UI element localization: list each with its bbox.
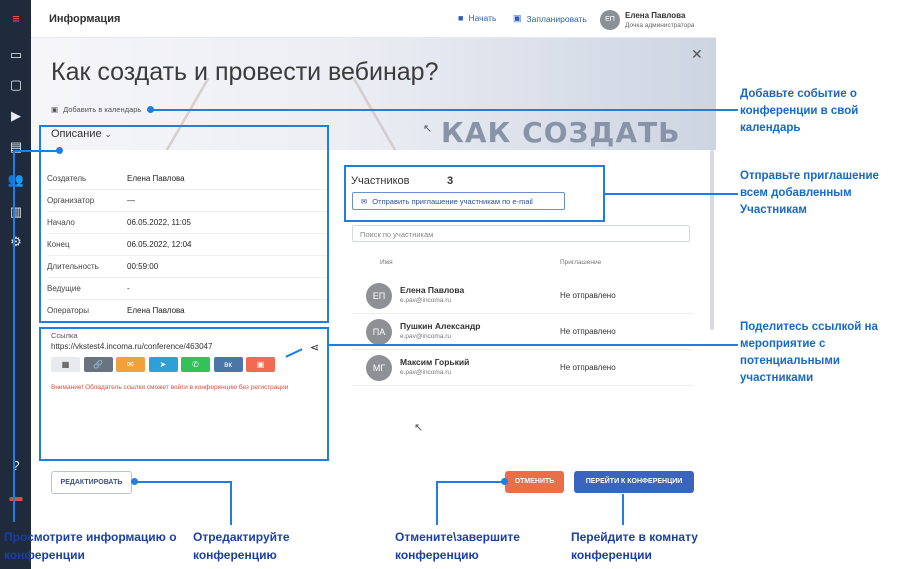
settings-icon[interactable]: ⚙ (6, 232, 26, 252)
participant-avatar: МГ (366, 355, 392, 381)
participants-search-input[interactable]: Поиск по участникам (352, 225, 690, 242)
user-role: Дочка администратора (625, 22, 695, 29)
start-label: Начать (468, 13, 497, 23)
annotation-invite: Отправьте приглашение всем добавленным У… (740, 170, 879, 216)
participant-avatar: ЕП (366, 283, 392, 309)
conference-title: Как создать и провести вебинар? (51, 58, 439, 86)
cursor-icon: ↖ (423, 123, 433, 135)
pointer-line-invite (605, 193, 738, 195)
stats-icon[interactable]: ▥ (6, 202, 26, 222)
pointer-line-view (13, 150, 59, 152)
pointer-line-edit (230, 481, 232, 525)
add-to-calendar-link[interactable]: ▣ Добавить в календарь (51, 105, 141, 114)
hero-background-text: КАК СОЗДАТЬ (441, 116, 681, 149)
help-icon[interactable]: ? (6, 456, 26, 476)
highlight-description (39, 125, 329, 323)
annotation-cancel: Отмените\завершите конференцию (395, 530, 520, 562)
pointer-line-cancel (436, 481, 504, 483)
flag-icon[interactable]: ▬ (6, 487, 26, 507)
annotation-view: Просмотрите информацию о конференции (4, 530, 177, 562)
invitation-status: Не отправлено (560, 291, 616, 300)
cursor-icon: ↖ (414, 422, 424, 434)
play-icon[interactable]: ▶ (6, 106, 26, 126)
participant-row[interactable]: МГ Максим Горький e.pav@incoma.ru Не отправ… (352, 350, 692, 386)
calendar-icon[interactable]: ▭ (6, 45, 26, 65)
schedule-label: Запланировать (526, 13, 587, 24)
participant-email: e.pav@incoma.ru (400, 297, 452, 304)
add-to-calendar-label: Добавить в календарь (63, 105, 142, 114)
page-section-title: Информация (49, 13, 121, 25)
pointer-dot (56, 147, 63, 154)
annotation-calendar: Добавьте событие о конференции в свой ка… (740, 88, 859, 134)
annotation-edit: Отредактируйте конференцию (193, 530, 290, 562)
pointer-dot (147, 106, 154, 113)
participant-avatar: ПА (366, 319, 392, 345)
annotation-share: Поделитесь ссылкой на мероприятие с поте… (740, 321, 878, 384)
schedule-button[interactable]: ▣ Запланировать (513, 13, 587, 24)
pointer-line-share (328, 344, 738, 346)
highlight-link (39, 327, 329, 461)
left-sidebar: ≡ ▭ ▢ ▶ ▤ 👥 ▥ ⚙ ? ▬ (0, 0, 31, 569)
calendar-small-icon: ▣ (513, 13, 522, 23)
edit-button[interactable]: РЕДАКТИРОВАТЬ (51, 471, 132, 494)
scrollbar[interactable] (710, 150, 714, 330)
top-bar: Информация ■ Начать ▣ Запланировать ЕП Е… (31, 0, 716, 38)
annotation-go: Перейдите в комнату конференции (571, 530, 698, 562)
highlight-invite (344, 165, 605, 222)
pointer-line-view (13, 150, 15, 522)
go-to-conference-button[interactable]: ПЕРЕЙТИ К КОНФЕРЕНЦИИ (574, 471, 694, 493)
participant-email: e.pav@incoma.ru (400, 333, 452, 340)
pointer-line-edit (134, 481, 232, 483)
menu-icon[interactable]: ≡ (6, 9, 26, 29)
cancel-button[interactable]: ОТМЕНИТЬ (505, 471, 564, 493)
pointer-dot (501, 478, 508, 485)
start-button[interactable]: ■ Начать (458, 13, 496, 23)
chat-icon[interactable]: ▢ (6, 75, 26, 95)
invitation-status: Не отправлено (560, 363, 616, 372)
invitation-status: Не отправлено (560, 327, 616, 336)
column-header-invitation: Приглашение (560, 259, 602, 266)
close-icon[interactable]: ✕ (691, 46, 703, 63)
pointer-line-cancel (436, 481, 438, 525)
participant-name: Елена Павлова (400, 285, 465, 295)
message-icon[interactable]: ▤ (6, 137, 26, 157)
participant-name: Пушкин Александр (400, 321, 481, 331)
users-icon[interactable]: 👥 (6, 170, 26, 190)
pointer-line-go (622, 494, 624, 525)
pointer-line-calendar (150, 109, 738, 111)
calendar-small-icon: ▣ (51, 105, 59, 114)
column-header-name: Имя (380, 259, 393, 266)
pointer-dot (131, 478, 138, 485)
participant-email: e.pav@incoma.ru (400, 369, 452, 376)
video-camera-icon: ■ (458, 13, 464, 23)
user-avatar[interactable]: ЕП (600, 10, 620, 30)
participant-name: Максим Горький (400, 357, 470, 367)
participant-row[interactable]: ЕП Елена Павлова e.pav@incoma.ru Не отправл… (352, 278, 692, 314)
user-name: Елена Павлова (625, 11, 686, 20)
